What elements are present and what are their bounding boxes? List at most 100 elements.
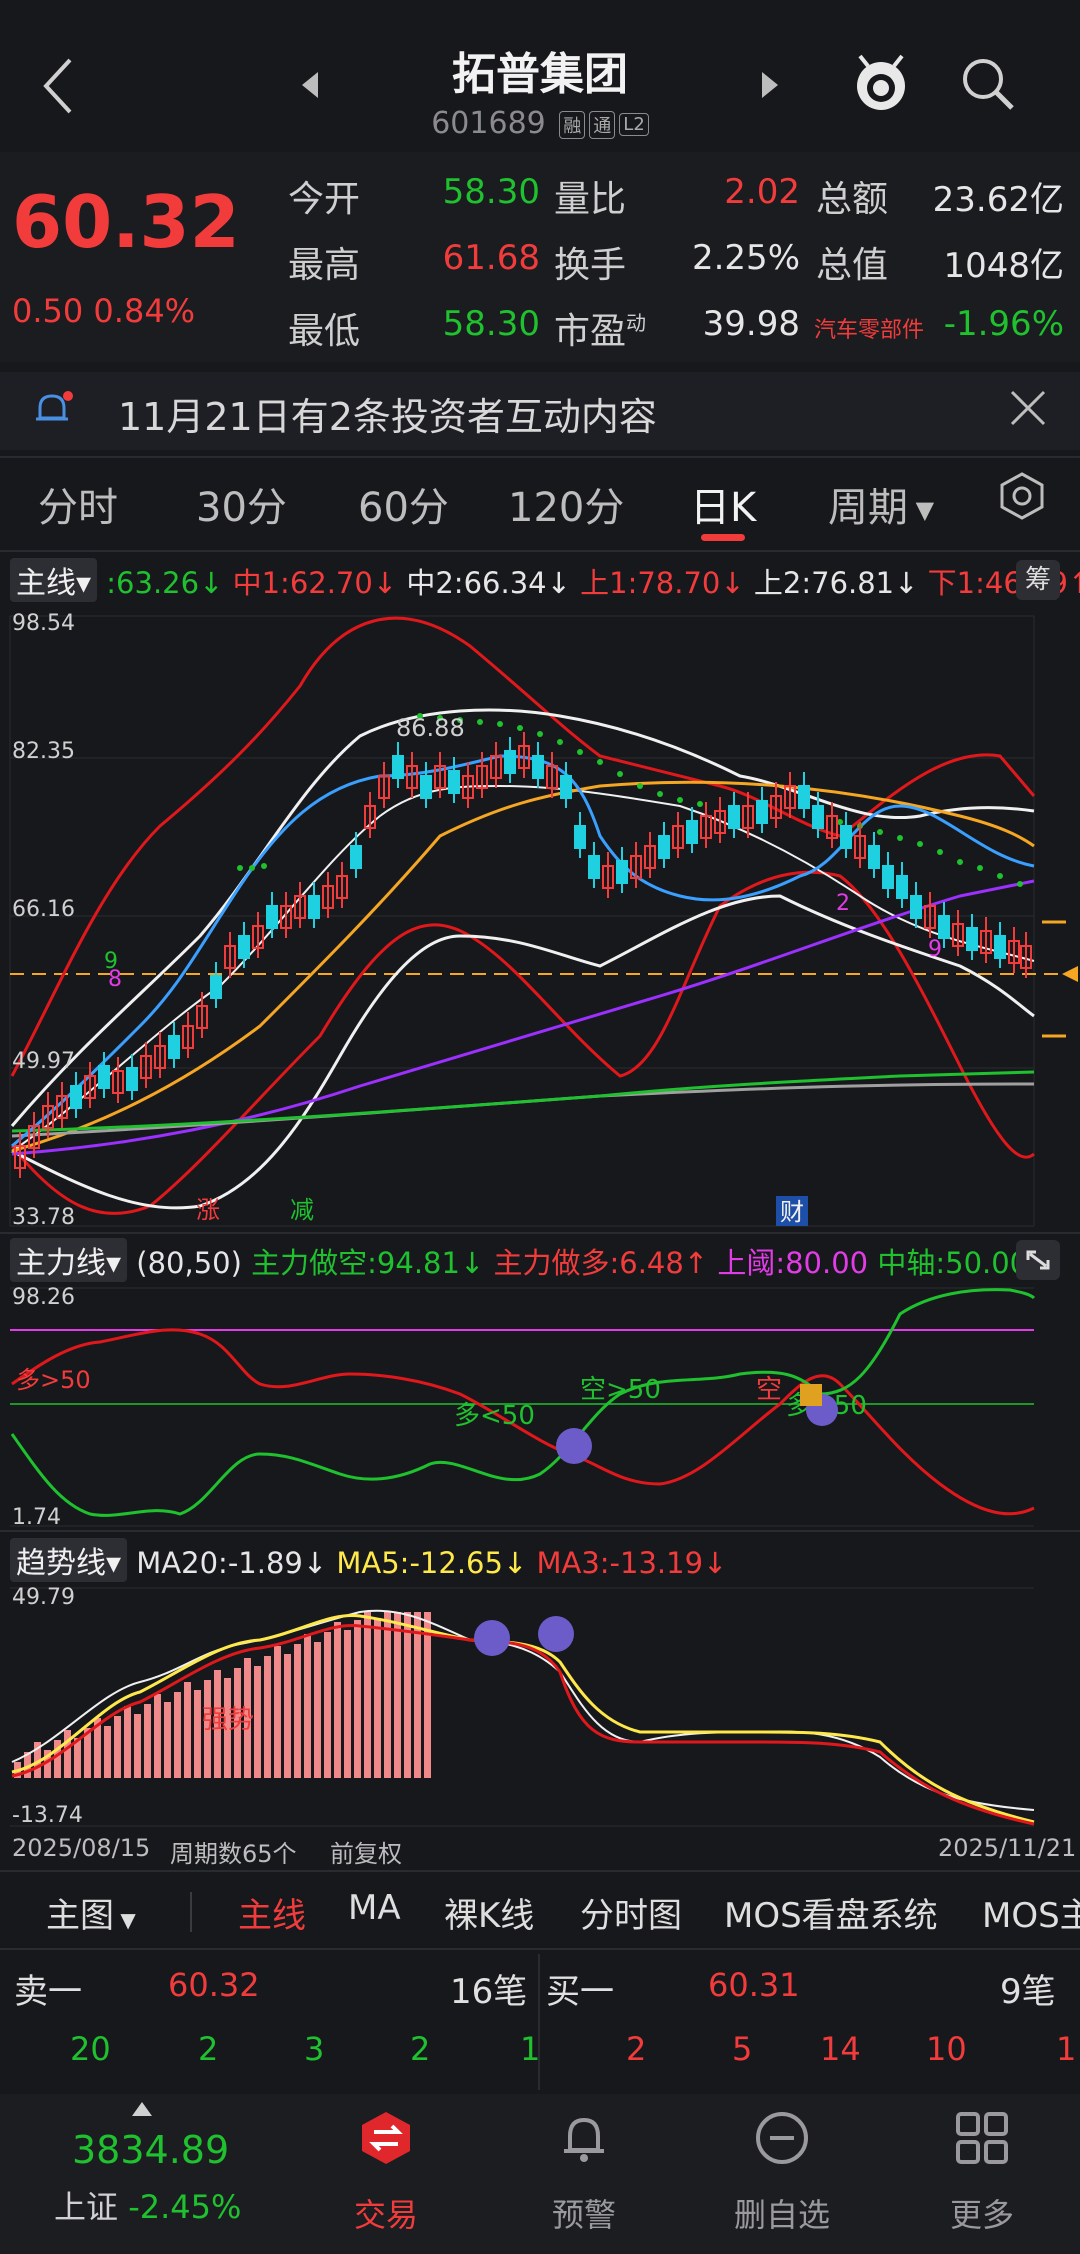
nav-remove-watchlist[interactable]: 删自选: [702, 2190, 862, 2236]
trend-bar: [404, 1612, 411, 1778]
expand-icon[interactable]: [1016, 1240, 1060, 1280]
ind-tab-mos-main[interactable]: MOS主: [982, 1888, 1080, 1937]
settings-hexagon-icon[interactable]: [996, 470, 1048, 522]
sell-level-1: 20: [70, 2030, 111, 2068]
trend-bar: [274, 1646, 281, 1778]
force-line-chart[interactable]: 多>50 多<50 空>50 多<50 空 98.26 1.74: [0, 1284, 1080, 1528]
open-value: 58.30: [442, 172, 540, 212]
index-info[interactable]: 上证 -2.45%: [54, 2182, 241, 2228]
lower-band-red: [10, 870, 1035, 1215]
zhang-marker: 涨: [196, 1196, 220, 1224]
legend-up2: 上2:76.81↓: [753, 566, 919, 600]
divider: [538, 1954, 540, 2090]
index-value[interactable]: 3834.89: [72, 2128, 229, 2172]
svg-text:2: 2: [836, 891, 850, 916]
badge-tong: 通: [589, 110, 616, 139]
main-axis-2: 82.35: [12, 739, 75, 764]
remove-watchlist-icon[interactable]: [754, 2110, 810, 2166]
search-icon[interactable]: [958, 54, 1018, 114]
trend-line-chart[interactable]: 强势 49.79 -13.74: [0, 1582, 1080, 1828]
trend-indicator-selector[interactable]: 趋势线▾: [10, 1538, 128, 1582]
candle-body: [868, 845, 880, 869]
main-axis-bottom: 33.78: [12, 1205, 75, 1230]
svg-text:-13.74: -13.74: [12, 1803, 83, 1828]
tab-daily-k[interactable]: 日K: [690, 475, 756, 533]
sell-level-3: 3: [304, 2030, 325, 2068]
tab-60min[interactable]: 60分: [358, 475, 449, 533]
candle-body: [210, 975, 222, 999]
legend-mid2: 中2:66.34↓: [406, 566, 571, 600]
peak-label: 86.88: [396, 714, 465, 742]
tab-30min[interactable]: 30分: [196, 475, 287, 533]
main-chart-dropdown[interactable]: 主图 ▼: [46, 1888, 136, 1937]
bell-icon[interactable]: [556, 2110, 612, 2166]
sector-name[interactable]: 汽车零部件: [814, 312, 924, 344]
nav-alert[interactable]: 预警: [504, 2190, 664, 2236]
high-label: 最高: [288, 245, 361, 286]
candle-body: [994, 935, 1006, 959]
candle-body: [504, 750, 516, 774]
ind-tab-main-line[interactable]: 主线: [238, 1888, 306, 1937]
ma-green: [11, 1070, 1035, 1133]
tab-period[interactable]: 周期 ▼: [828, 475, 934, 533]
expand-up-icon[interactable]: [132, 2102, 152, 2116]
ind-tab-ma[interactable]: MA: [348, 1888, 401, 1928]
chevron-down-icon: ▼: [114, 1908, 136, 1932]
close-icon[interactable]: [1008, 388, 1048, 428]
svg-text:多<50: 多<50: [454, 1401, 535, 1431]
legend-up1: 上1:78.70↓: [580, 566, 745, 600]
force-legend: 主力线▾ (80,50) 主力做空:94.81↓ 主力做多:6.48↑ 上阈:8…: [10, 1238, 1028, 1282]
more-grid-icon[interactable]: [954, 2110, 1010, 2166]
signal-face-icon: [556, 1428, 592, 1464]
trend-bar: [254, 1666, 261, 1778]
chart-end-date: 2025/11/21: [938, 1834, 1077, 1862]
svg-text:强势: 强势: [202, 1705, 254, 1735]
trend-bar: [124, 1706, 131, 1778]
trend-bar: [294, 1644, 301, 1778]
trend-bar: [374, 1618, 381, 1778]
svg-text:空: 空: [756, 1375, 782, 1405]
sell-one-label: 卖一: [14, 1972, 82, 2012]
amount-value: 23.62亿: [932, 180, 1064, 220]
trend-bar: [184, 1682, 191, 1778]
mktcap-value: 1048亿: [943, 246, 1064, 286]
candle-body: [98, 1065, 110, 1089]
candle-body: [308, 895, 320, 919]
main-kline-chart[interactable]: 98.54 82.35 66.16 49.97 33.78 86.88 涨 减 …: [0, 606, 1080, 1230]
candle-body: [938, 915, 950, 939]
ind-tab-mos[interactable]: MOS看盘系统: [724, 1888, 938, 1937]
candle-body: [812, 805, 824, 829]
trend-bar: [64, 1730, 71, 1778]
turnover-value: 2.25%: [691, 238, 800, 278]
tab-intraday[interactable]: 分时: [38, 475, 118, 533]
robot-icon[interactable]: [846, 48, 916, 118]
active-tab-indicator: [701, 534, 745, 541]
trend-bar: [114, 1716, 121, 1778]
trend-bar: [104, 1726, 111, 1778]
pe-label: 市盈动: [554, 311, 647, 352]
trend-bar: [304, 1634, 311, 1778]
force-indicator-selector[interactable]: 主力线▾: [10, 1238, 128, 1282]
ind-tab-intraday[interactable]: 分时图: [580, 1888, 682, 1937]
candle-body: [896, 875, 908, 899]
candle-body: [420, 775, 432, 799]
notice-text[interactable]: 11月21日有2条投资者互动内容: [118, 386, 657, 441]
candle-body: [126, 1067, 138, 1091]
chip-distribution-button[interactable]: 筹: [1016, 560, 1060, 600]
sell-one-count: 16笔: [450, 1972, 528, 2012]
trend-bar: [424, 1612, 431, 1778]
divider: [0, 456, 1080, 458]
main-indicator-selector[interactable]: 主线▾: [10, 558, 98, 602]
nav-more[interactable]: 更多: [902, 2190, 1062, 2236]
cai-marker: 财: [780, 1198, 804, 1226]
ind-tab-naked-k[interactable]: 裸K线: [444, 1888, 534, 1937]
upper-band-red: [10, 616, 1036, 1077]
svg-text:9: 9: [928, 937, 942, 962]
main-axis-3: 66.16: [12, 897, 75, 922]
nav-trade[interactable]: 交易: [306, 2190, 466, 2236]
trade-icon[interactable]: [358, 2110, 414, 2166]
tab-120min[interactable]: 120分: [508, 475, 624, 533]
buy-one-price: 60.31: [708, 1966, 800, 2004]
candle-body: [70, 1085, 82, 1109]
next-stock-icon[interactable]: [758, 70, 782, 100]
